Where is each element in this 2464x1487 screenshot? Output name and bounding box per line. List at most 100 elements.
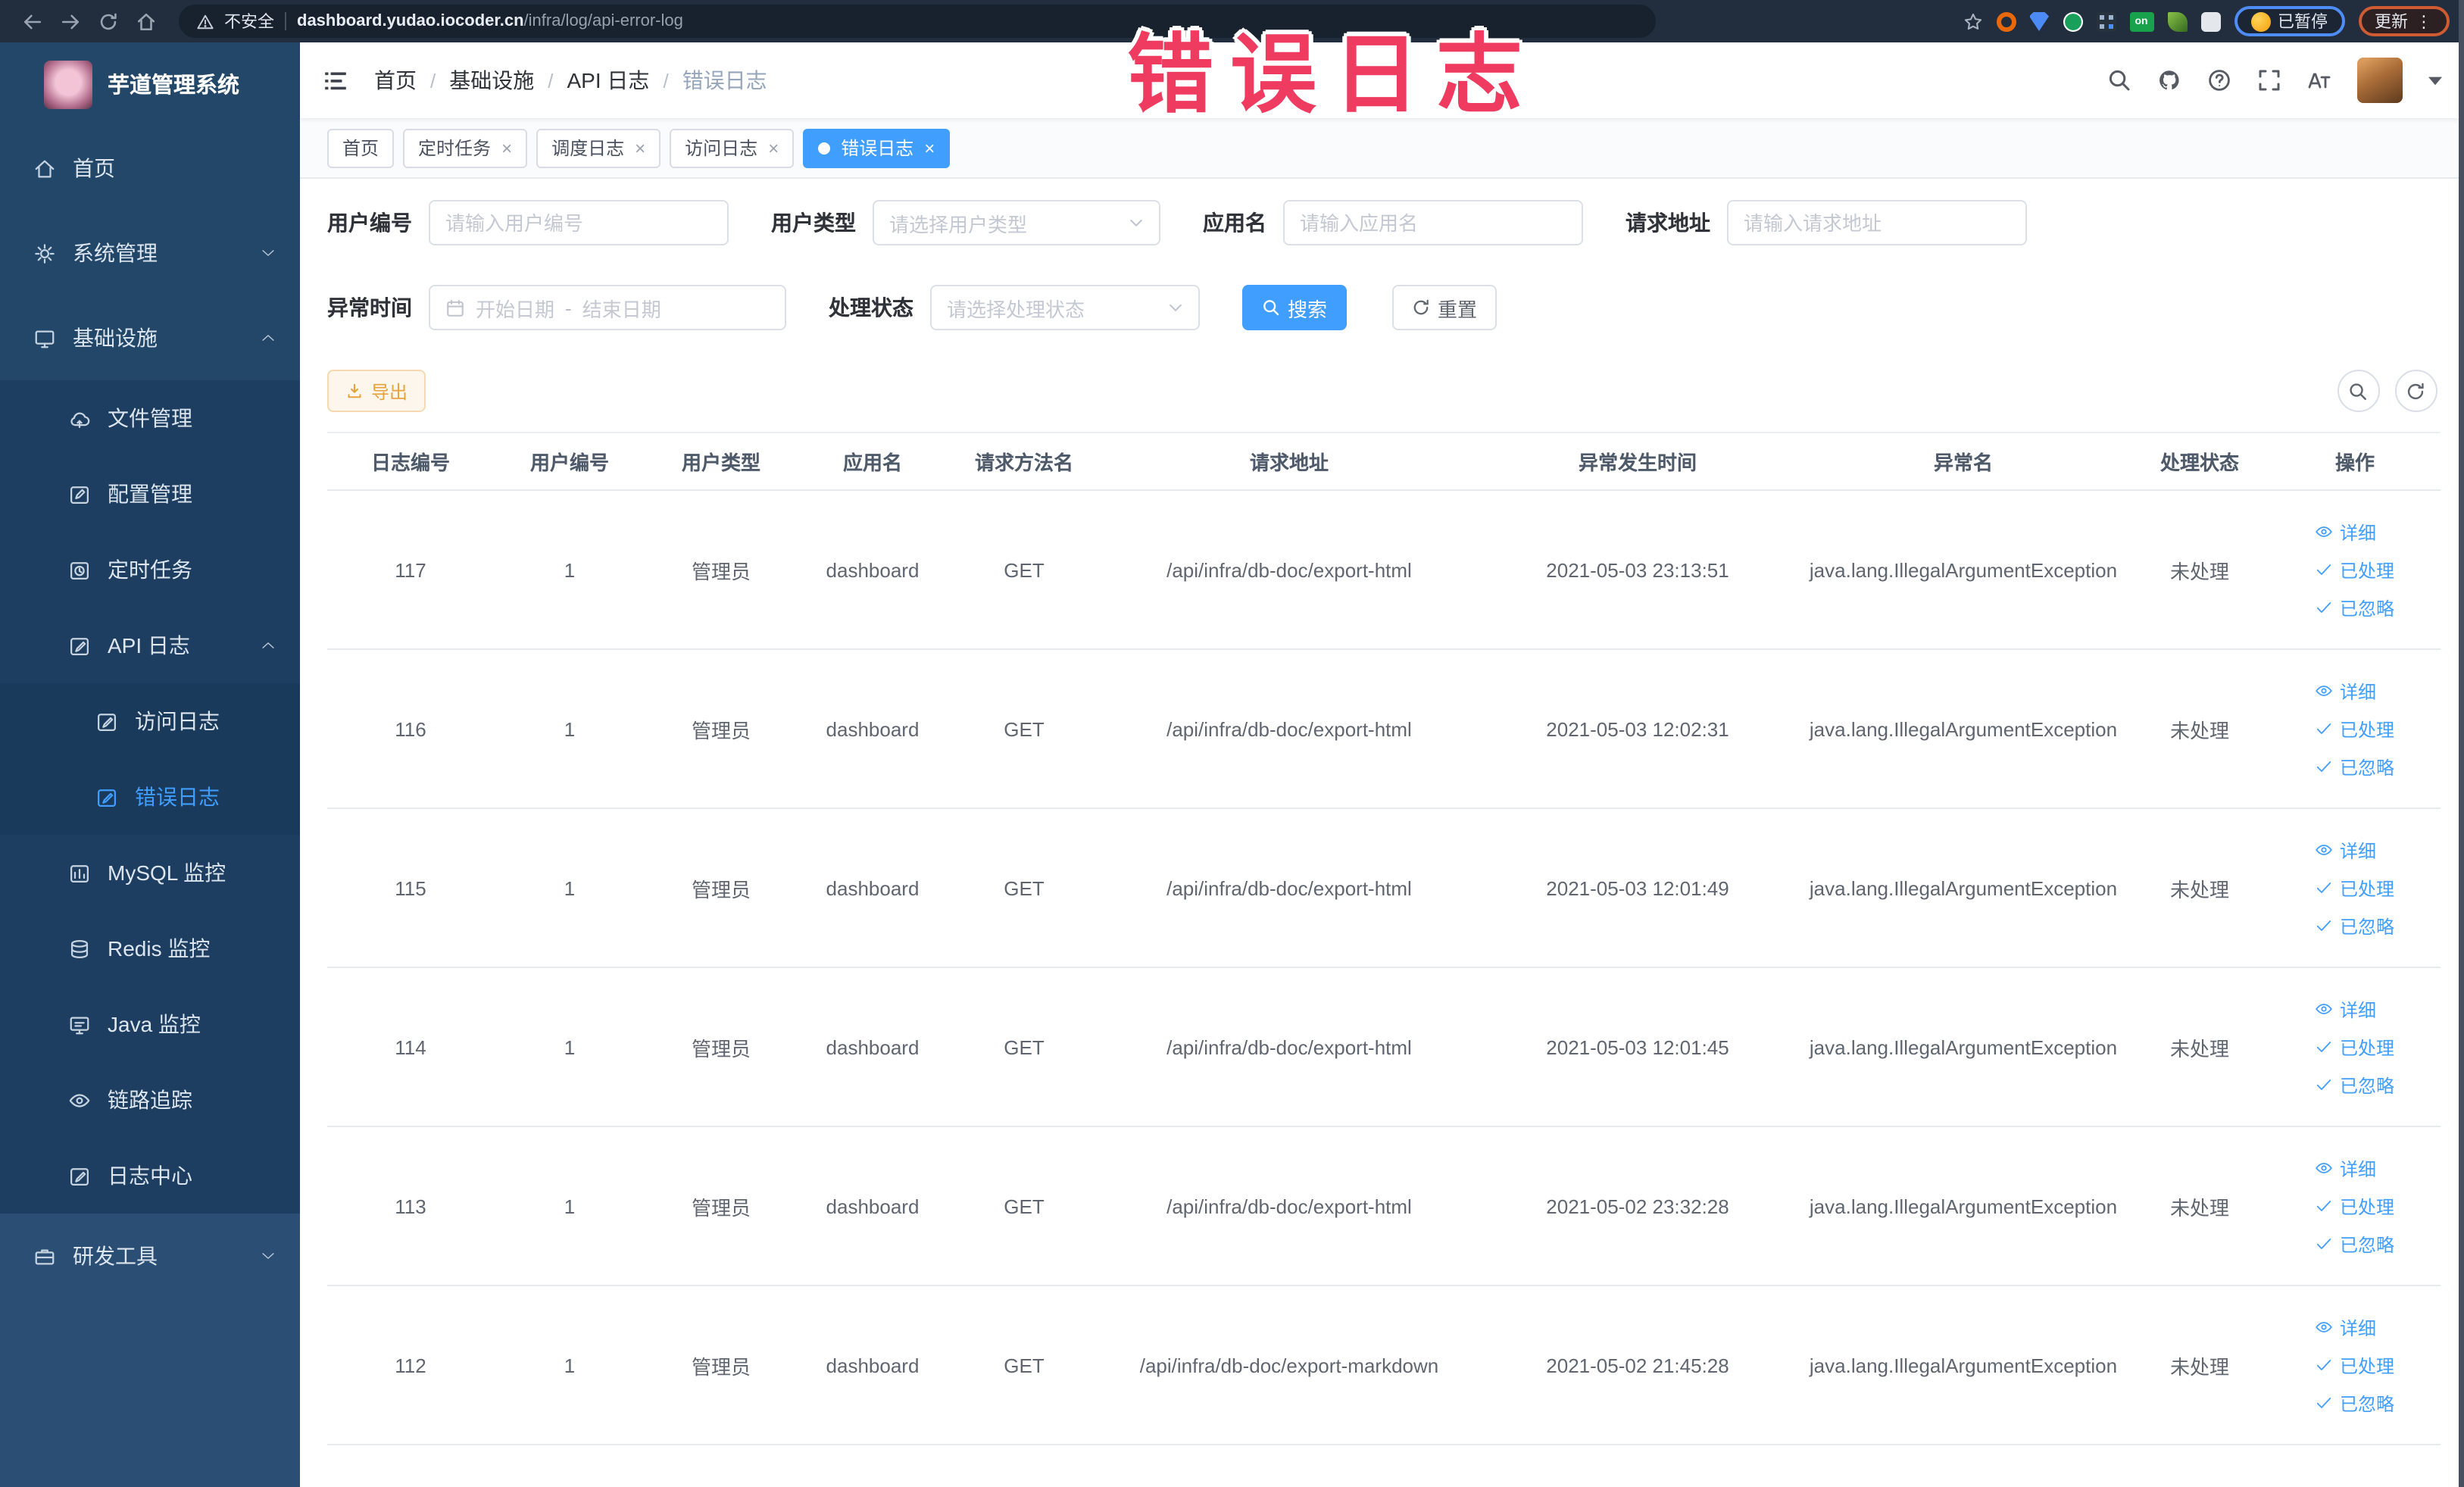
close-icon[interactable]: × — [635, 139, 645, 157]
export-button[interactable]: 导出 — [327, 370, 426, 412]
grid-extension-icon[interactable] — [2096, 11, 2116, 31]
breadcrumb-item-1[interactable]: 基础设施 — [449, 65, 534, 95]
main-panel: 首页 / 基础设施 / API 日志 / 错误日志 首页 定时任务 × 调度日志 × — [300, 42, 2464, 1487]
leaf-extension-icon[interactable] — [2167, 11, 2187, 31]
breadcrumb-item-0[interactable]: 首页 — [374, 65, 417, 95]
request-url-input[interactable] — [1727, 200, 2027, 245]
cell-user_type: 管理员 — [645, 967, 797, 1127]
search-button[interactable]: 搜索 — [1242, 285, 1348, 330]
sidebar-item-5[interactable]: 定时任务 — [0, 532, 300, 608]
action-已处理[interactable]: 已处理 — [2316, 557, 2394, 583]
scrollbar[interactable] — [2458, 0, 2464, 1487]
action-详细[interactable]: 详细 — [2316, 678, 2376, 704]
chevron-icon — [261, 330, 276, 345]
toggle-search-icon[interactable] — [2337, 370, 2379, 412]
action-详细[interactable]: 详细 — [2316, 996, 2376, 1022]
action-已忽略[interactable]: 已忽略 — [2316, 913, 2394, 939]
caret-down-icon[interactable] — [2428, 73, 2441, 87]
sidebar-item-13[interactable]: 日志中心 — [0, 1138, 300, 1214]
action-已忽略[interactable]: 已忽略 — [2316, 1072, 2394, 1098]
puzzle-extension-icon[interactable] — [2200, 11, 2220, 31]
action-已忽略[interactable]: 已忽略 — [2316, 1231, 2394, 1257]
address-bar[interactable]: 不安全 dashboard.yudao.iocoder.cn/infra/log… — [179, 5, 1656, 38]
chart-icon — [67, 861, 91, 885]
on-extension-icon[interactable]: on — [2129, 11, 2153, 31]
avatar[interactable] — [2356, 58, 2402, 103]
column-header-7: 异常名 — [1797, 433, 2130, 491]
tab-调度日志[interactable]: 调度日志 × — [536, 128, 661, 167]
sidebar-item-1[interactable]: 系统管理 — [0, 211, 300, 295]
app-logo[interactable]: 芋道管理系统 — [0, 42, 300, 126]
cell-user_type: 管理员 — [645, 649, 797, 809]
reset-button[interactable]: 重置 — [1392, 285, 1497, 330]
github-icon[interactable] — [2156, 68, 2181, 92]
font-size-icon[interactable] — [2306, 68, 2331, 92]
paused-badge[interactable]: 已暂停 — [2234, 6, 2344, 36]
help-icon[interactable] — [2206, 68, 2231, 92]
green-extension-icon[interactable] — [2063, 11, 2082, 31]
action-详细[interactable]: 详细 — [2316, 837, 2376, 863]
cell-url: /api/infra/db-doc/export-html — [1100, 967, 1479, 1127]
java-icon — [67, 1012, 91, 1036]
tab-首页[interactable]: 首页 — [327, 128, 395, 167]
sidebar-item-11[interactable]: Java 监控 — [0, 986, 300, 1062]
user-id-input[interactable] — [429, 200, 729, 245]
action-已忽略[interactable]: 已忽略 — [2316, 754, 2394, 779]
action-详细[interactable]: 详细 — [2316, 1155, 2376, 1181]
action-已处理[interactable]: 已处理 — [2316, 1193, 2394, 1219]
action-已忽略[interactable]: 已忽略 — [2316, 595, 2394, 620]
update-badge[interactable]: 更新 ⋮ — [2358, 6, 2449, 36]
forward-icon[interactable] — [53, 5, 86, 38]
sidebar-item-3[interactable]: 文件管理 — [0, 380, 300, 456]
sidebar-item-9[interactable]: MySQL 监控 — [0, 835, 300, 911]
kebab-menu-icon[interactable]: ⋮ — [2416, 11, 2432, 31]
action-详细[interactable]: 详细 — [2316, 519, 2376, 545]
close-icon[interactable]: × — [924, 139, 935, 157]
eye-icon — [2316, 1159, 2334, 1177]
sidebar-item-0[interactable]: 首页 — [0, 126, 300, 211]
refresh-icon[interactable] — [2394, 370, 2437, 412]
back-icon[interactable] — [15, 5, 48, 38]
sidebar-item-14[interactable]: 研发工具 — [0, 1214, 300, 1298]
cell-method: GET — [948, 1286, 1100, 1445]
reload-icon[interactable] — [91, 5, 124, 38]
action-详细[interactable]: 详细 — [2316, 1314, 2376, 1340]
cell-status: 未处理 — [2130, 808, 2269, 968]
user-type-select[interactable]: 请选择用户类型 — [873, 200, 1160, 245]
sidebar-item-10[interactable]: Redis 监控 — [0, 911, 300, 986]
sidebar-item-4[interactable]: 配置管理 — [0, 456, 300, 532]
action-已忽略[interactable]: 已忽略 — [2316, 1390, 2394, 1416]
tab-访问日志[interactable]: 访问日志 × — [670, 128, 795, 167]
cell-time: 2021-05-03 12:01:45 — [1479, 967, 1797, 1127]
user-id-label: 用户编号 — [327, 211, 412, 235]
cell-status: 未处理 — [2130, 490, 2269, 650]
sidebar-item-12[interactable]: 链路追踪 — [0, 1062, 300, 1138]
eye-icon — [2316, 523, 2334, 541]
action-已处理[interactable]: 已处理 — [2316, 875, 2394, 901]
sidebar-item-6[interactable]: API 日志 — [0, 608, 300, 683]
process-status-select[interactable]: 请选择处理状态 — [930, 285, 1200, 330]
chevron-icon — [261, 245, 276, 261]
app-name-input[interactable] — [1283, 200, 1583, 245]
tab-错误日志[interactable]: 错误日志 × — [803, 128, 951, 167]
search-icon[interactable] — [2106, 68, 2131, 92]
breadcrumb-item-2[interactable]: API 日志 — [567, 65, 650, 95]
bookmark-star-icon[interactable] — [1963, 11, 1982, 31]
date-range-picker[interactable]: 开始日期 - 结束日期 — [429, 285, 786, 330]
close-icon[interactable]: × — [501, 139, 512, 157]
action-已处理[interactable]: 已处理 — [2316, 1352, 2394, 1378]
fullscreen-icon[interactable] — [2256, 68, 2281, 92]
sidebar-item-8[interactable]: 错误日志 — [0, 759, 300, 835]
action-已处理[interactable]: 已处理 — [2316, 716, 2394, 742]
tab-定时任务[interactable]: 定时任务 × — [403, 128, 528, 167]
action-已处理[interactable]: 已处理 — [2316, 1034, 2394, 1060]
active-dot — [818, 142, 831, 154]
home-icon[interactable] — [129, 5, 162, 38]
hamburger-icon[interactable] — [323, 67, 348, 93]
shield-extension-icon[interactable] — [2029, 11, 2049, 31]
close-icon[interactable]: × — [768, 139, 779, 157]
sidebar-item-7[interactable]: 访问日志 — [0, 683, 300, 759]
orange-extension-icon[interactable] — [1996, 11, 2016, 31]
check-icon — [2316, 879, 2334, 897]
sidebar-item-2[interactable]: 基础设施 — [0, 295, 300, 380]
